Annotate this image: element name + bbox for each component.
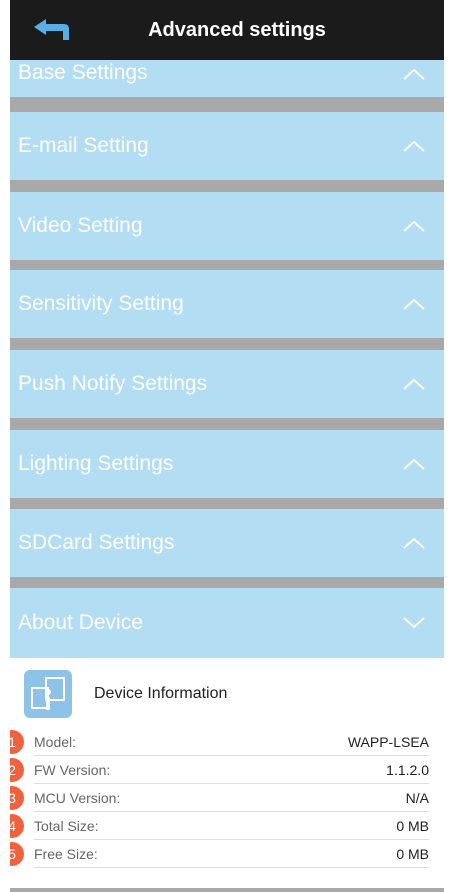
app-header: Advanced settings xyxy=(0,0,454,60)
page-title: Advanced settings xyxy=(148,19,326,41)
frame-edge-left xyxy=(0,0,10,892)
section-sdcard-settings[interactable]: SDCard Settings xyxy=(10,509,444,577)
info-row-free-size: 5 Free Size: 0 MB xyxy=(0,840,444,868)
frame-edge-right xyxy=(444,0,454,892)
section-label: Push Notify Settings xyxy=(18,372,208,395)
info-row-total-size: 4 Total Size: 0 MB xyxy=(0,812,444,840)
row-label: FW Version: xyxy=(34,762,111,778)
row-value: WAPP-LSEA xyxy=(347,734,429,750)
section-label: About Device xyxy=(18,611,143,634)
section-lighting-settings[interactable]: Lighting Settings xyxy=(10,430,444,498)
section-about-device[interactable]: About Device xyxy=(10,588,444,658)
row-label: Total Size: xyxy=(34,818,99,834)
section-label: Video Setting xyxy=(18,214,143,237)
chevron-up-icon xyxy=(403,298,425,310)
section-sensitivity-setting[interactable]: Sensitivity Setting xyxy=(10,270,444,338)
chevron-up-icon xyxy=(403,458,425,470)
row-label: Model: xyxy=(34,734,77,750)
section-video-setting[interactable]: Video Setting xyxy=(10,192,444,260)
section-label: Base Settings xyxy=(18,60,148,84)
chevron-up-icon xyxy=(403,378,425,390)
device-info-icon xyxy=(24,670,72,718)
section-label: E-mail Setting xyxy=(18,134,149,157)
chevron-up-icon xyxy=(403,537,425,549)
row-label: MCU Version: xyxy=(34,790,121,806)
section-label: SDCard Settings xyxy=(18,531,175,554)
row-value: 1.1.2.0 xyxy=(386,762,429,778)
section-label: Sensitivity Setting xyxy=(18,292,184,315)
device-info-header: Device Information xyxy=(24,670,227,718)
row-divider xyxy=(34,867,429,868)
row-value: 0 MB xyxy=(396,818,429,834)
chevron-down-icon xyxy=(403,617,425,629)
row-value: N/A xyxy=(405,790,429,806)
chevron-up-icon xyxy=(403,220,425,232)
chevron-up-icon xyxy=(403,140,425,152)
device-info-panel: Device Information 1 Model: WAPP-LSEA 2 … xyxy=(0,658,444,888)
info-row-model: 1 Model: WAPP-LSEA xyxy=(0,728,444,756)
chevron-up-icon xyxy=(403,68,425,80)
section-push-notify-settings[interactable]: Push Notify Settings xyxy=(10,350,444,418)
info-row-mcu-version: 3 MCU Version: N/A xyxy=(0,784,444,812)
device-info-title: Device Information xyxy=(94,685,228,702)
section-label: Lighting Settings xyxy=(18,452,174,475)
row-label: Free Size: xyxy=(34,846,98,862)
row-value: 0 MB xyxy=(396,846,429,862)
info-row-fw-version: 2 FW Version: 1.1.2.0 xyxy=(0,756,444,784)
section-email-setting[interactable]: E-mail Setting xyxy=(10,112,444,180)
